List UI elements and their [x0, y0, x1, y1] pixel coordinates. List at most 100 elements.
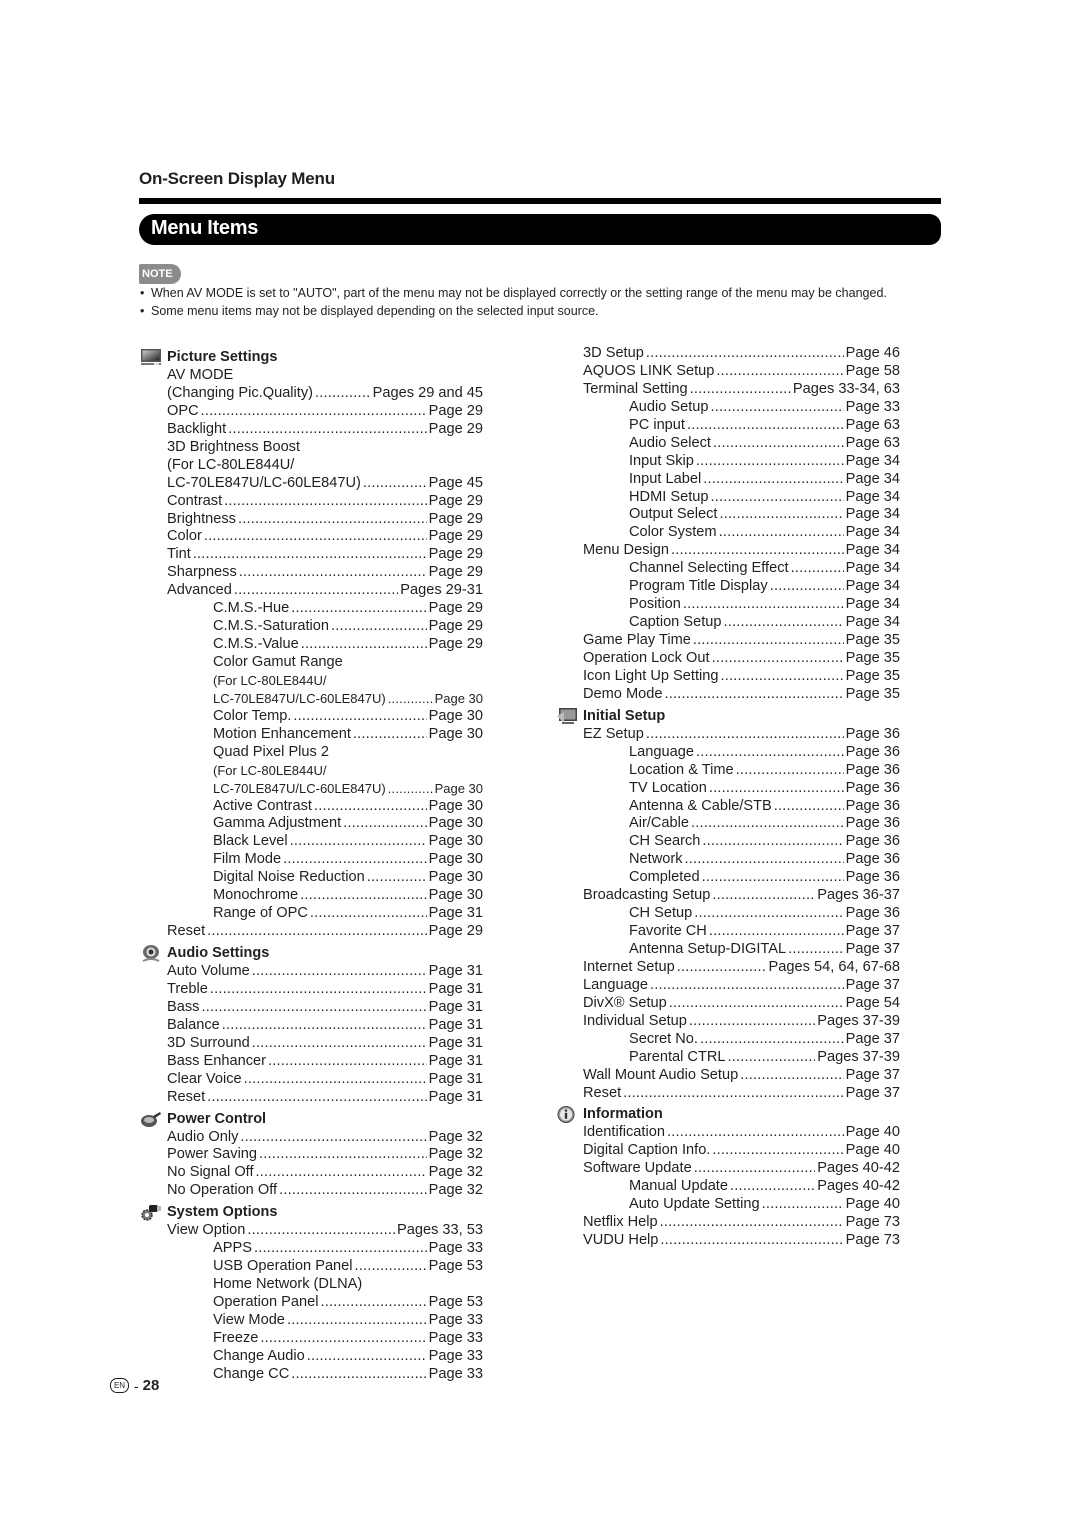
menu-entry: Bass Enhancer Page 31 [140, 1053, 483, 1071]
menu-entry-page: Page 34 [845, 542, 900, 559]
menu-entry: Tint Page 29 [140, 546, 483, 564]
menu-entry-page: Page 36 [845, 815, 900, 832]
menu-entry-label: Internet Setup [583, 958, 675, 975]
menu-entry-page: Page 29 [428, 420, 483, 437]
menu-entry: Icon Light Up Setting Page 35 [556, 668, 900, 686]
menu-entry-label: AV MODE [167, 367, 234, 383]
menu-entry: 3D Setup Page 46 [556, 345, 900, 363]
menu-entry-label: Reset [167, 923, 206, 940]
menu-entry-label: (For LC-80LE844U/ [213, 762, 327, 778]
menu-entry-label: Backlight [167, 420, 227, 437]
leader-dots [788, 941, 844, 959]
group-title: Initial Setup [583, 707, 666, 724]
leader-dots [291, 1366, 426, 1384]
menu-entry-page: Page 31 [428, 1070, 483, 1087]
menu-entry-label: (For LC-80LE844U/ [167, 456, 295, 473]
menu-entry: No Operation Off Page 32 [140, 1182, 483, 1200]
menu-entry-page: Page 33 [428, 1329, 483, 1346]
section-title: On-Screen Display Menu [139, 169, 335, 188]
menu-entry: Reset Page 29 [140, 923, 483, 941]
menu-entry-page: Page 40 [845, 1196, 900, 1213]
menu-entry: Individual Setup Pages 37-39 [556, 1013, 900, 1031]
menu-entry-label: Change CC [213, 1365, 290, 1382]
leader-dots [207, 923, 427, 941]
leader-dots [687, 417, 844, 435]
leader-dots [646, 726, 844, 744]
menu-entry-label: OPC [167, 402, 199, 419]
leader-dots [228, 421, 426, 439]
leader-dots [677, 959, 767, 977]
menu-entry-label: LC-70LE847U/LC-60LE847U) [167, 474, 361, 491]
menu-entry: Auto Update Setting Page 40 [556, 1196, 900, 1214]
menu-entry: Brightness Page 29 [140, 511, 483, 529]
leader-dots [283, 851, 427, 869]
menu-entry-label: LC-70LE847U/LC-60LE847U) [213, 780, 386, 796]
page-number: 28 [142, 1377, 160, 1394]
note-item: When AV MODE is set to "AUTO", part of t… [139, 285, 939, 301]
menu-entry-page: Page 31 [428, 1034, 483, 1051]
menu-entry: Film Mode Page 30 [140, 851, 483, 869]
menu-entry-label: Auto Volume [167, 963, 250, 979]
leader-dots [696, 744, 844, 762]
leader-dots [301, 636, 427, 654]
menu-entry-label: Input Label [629, 470, 702, 487]
leader-dots [623, 1085, 844, 1103]
menu-entry-page: Page 40 [845, 1124, 900, 1141]
menu-entry: Range of OPC Page 31 [140, 905, 483, 923]
menu-entry-label: Contrast [167, 492, 223, 509]
menu-items-title: Menu Items [151, 217, 259, 239]
menu-entry-label: View Option [167, 1222, 246, 1239]
menu-entry-label: Color Temp. [213, 707, 292, 724]
menu-entry: EZ Setup Page 36 [556, 726, 900, 744]
menu-entry: DivX® Setup Page 54 [556, 995, 900, 1013]
menu-entry-label: USB Operation Panel [213, 1258, 353, 1275]
menu-entry: OPC Page 29 [140, 403, 483, 421]
menu-entry-page: Page 31 [428, 1088, 483, 1105]
leader-dots [689, 1013, 815, 1031]
menu-entry-label: Language [583, 976, 648, 993]
menu-entry-label: DivX® Setup [583, 994, 667, 1011]
menu-entry-label: Location & Time [629, 761, 734, 778]
leader-dots [268, 1053, 427, 1071]
menu-entry-page: Pages 29-31 [400, 582, 483, 599]
leader-dots [240, 1129, 426, 1147]
leader-dots [712, 1142, 843, 1160]
menu-entry-page: Page 30 [428, 833, 483, 850]
menu-entry: Internet Setup Pages 54, 64, 67-68 [556, 959, 900, 977]
menu-entry: Secret No. Page 37 [556, 1031, 900, 1049]
leader-dots [315, 385, 371, 403]
leader-dots [694, 1160, 816, 1178]
menu-entry-page: Page 30 [428, 707, 483, 724]
menu-entry: Bass Page 31 [140, 999, 483, 1017]
leader-dots [740, 1067, 843, 1085]
menu-entry-page: Page 73 [845, 1214, 900, 1231]
info-icon [556, 1105, 578, 1124]
leader-dots [353, 726, 427, 744]
menu-entry-label: APPS [213, 1240, 252, 1257]
menu-entry-label: Power Saving [167, 1146, 258, 1163]
menu-entry: USB Operation Panel Page 53 [140, 1258, 483, 1276]
menu-entry: Power Saving Page 32 [140, 1146, 483, 1164]
leader-dots [719, 506, 843, 524]
menu-entry-label: View Mode [213, 1311, 285, 1328]
leader-dots [762, 1196, 844, 1214]
menu-entry-label: Menu Design [583, 542, 669, 559]
leader-dots [719, 524, 844, 542]
menu-entry-page: Page 37 [845, 923, 900, 940]
menu-entry-page: Page 73 [845, 1232, 900, 1249]
menu-entry: LC-70LE847U/LC-60LE847U) Page 45 [140, 475, 483, 493]
menu-entry-label: Bass Enhancer [167, 1052, 266, 1069]
menu-entry: Contrast Page 29 [140, 493, 483, 511]
menu-entry: Balance Page 31 [140, 1017, 483, 1035]
menu-entry-page: Pages 37-39 [817, 1048, 900, 1065]
menu-entry-page: Page 29 [428, 492, 483, 509]
leader-dots [331, 618, 427, 636]
menu-entry-label: No Operation Off [167, 1182, 278, 1199]
menu-entry: Input Skip Page 34 [556, 453, 900, 471]
leader-dots [320, 1294, 426, 1312]
menu-entry-label: Audio Select [629, 434, 711, 451]
group-heading-audio-settings: Audio Settings [140, 944, 483, 963]
menu-entry: Home Network (DLNA) [140, 1276, 483, 1294]
menu-entry: AQUOS LINK Setup Page 58 [556, 363, 900, 381]
leader-dots [279, 1182, 427, 1200]
